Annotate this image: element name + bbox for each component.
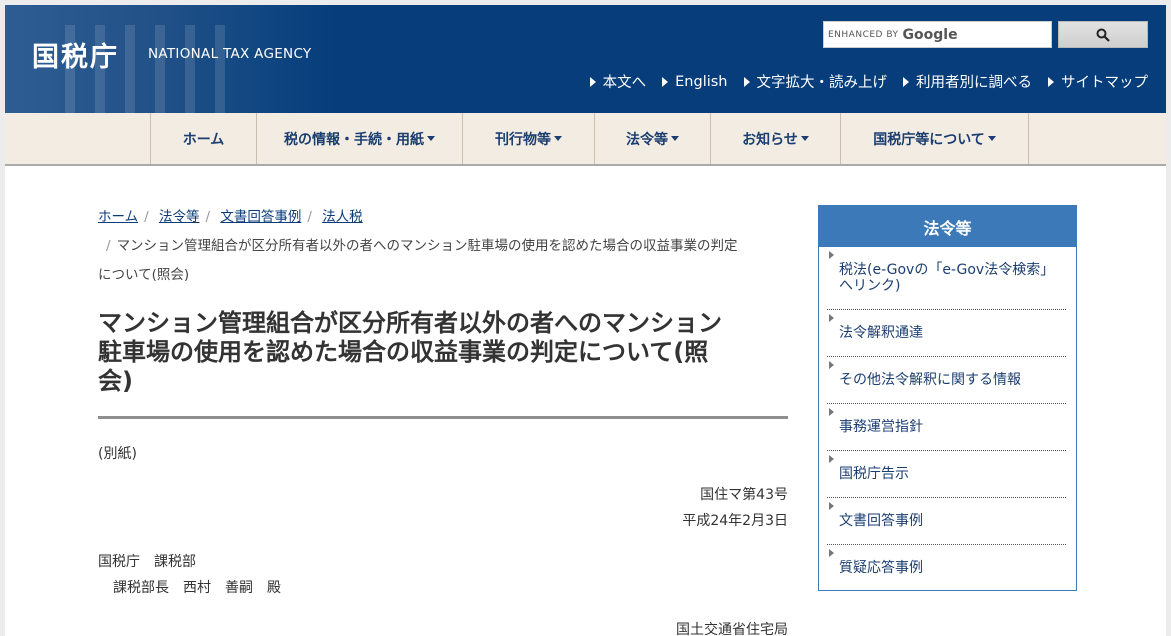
site-logo[interactable]: 国税庁 (32, 35, 119, 74)
site-logo-english: NATIONAL TAX AGENCY (148, 46, 312, 62)
breadcrumb-laws[interactable]: 法令等 (159, 209, 200, 225)
breadcrumb-home[interactable]: ホーム (98, 209, 138, 225)
sidebar-item-qa-examples[interactable]: 質疑応答事例 (827, 545, 1066, 591)
caret-down-icon (554, 136, 562, 141)
sidebar-item-tax-law[interactable]: 税法(e-Govの「e-Gov法令検索」 へリンク) (827, 247, 1066, 310)
nav-tax-info[interactable]: 税の情報・手続・用紙 (256, 113, 462, 164)
search-input[interactable]: ENHANCED BY Google (823, 21, 1052, 48)
triangle-right-icon (1048, 76, 1054, 87)
nav-publications[interactable]: 刊行物等 (462, 113, 594, 164)
triangle-right-icon (903, 76, 909, 87)
caret-down-icon (427, 136, 435, 141)
breadcrumb-written-answers[interactable]: 文書回答事例 (220, 209, 301, 225)
util-link-text-size[interactable]: 文字拡大・読み上げ (743, 71, 887, 92)
document-number: 国住マ第43号 (700, 487, 788, 503)
sidebar-item-other-interpretation[interactable]: その他法令解釈に関する情報 (827, 357, 1066, 404)
sidebar-item-written-answers[interactable]: 文書回答事例 (827, 498, 1066, 545)
google-wordmark: Google (902, 26, 958, 43)
breadcrumb-corporate-tax[interactable]: 法人税 (322, 209, 363, 225)
attachment-label: (別紙) (98, 446, 137, 462)
triangle-right-icon (829, 408, 834, 416)
sidebar-item-administrative-guidelines[interactable]: 事務運営指針 (827, 404, 1066, 451)
util-link-by-user[interactable]: 利用者別に調べる (903, 71, 1032, 92)
util-link-skip-to-content[interactable]: 本文へ (589, 71, 646, 92)
util-link-english[interactable]: English (662, 71, 728, 92)
recipient-name: 課税部長 西村 善嗣 殿 (113, 580, 281, 596)
triangle-right-icon (829, 502, 834, 510)
triangle-right-icon (829, 251, 834, 259)
nav-home[interactable]: ホーム (150, 113, 256, 164)
sender-organization: 国土交通省住宅局 (676, 622, 788, 636)
site-header: 国税庁 NATIONAL TAX AGENCY ENHANCED BY Goog… (5, 5, 1166, 113)
page-title: マンション管理組合が区分所有者以外の者へのマンション 駐車場の使用を認めた場合の… (98, 309, 722, 395)
sidebar-title: 法令等 (819, 206, 1076, 247)
nav-news[interactable]: お知らせ (710, 113, 840, 164)
triangle-right-icon (829, 455, 834, 463)
search-icon (1096, 28, 1110, 42)
caret-down-icon (800, 136, 809, 141)
caret-down-icon (671, 136, 679, 141)
breadcrumb-current: マンション管理組合が区分所有者以外の者へのマンション駐車場の使用を認めた場合の収… (116, 238, 738, 254)
triangle-right-icon (829, 314, 834, 322)
triangle-right-icon (662, 76, 669, 87)
triangle-right-icon (829, 361, 834, 369)
document-date: 平成24年2月3日 (682, 513, 788, 529)
title-divider (98, 416, 788, 419)
search-button[interactable] (1058, 21, 1148, 48)
page: 国税庁 NATIONAL TAX AGENCY ENHANCED BY Goog… (5, 5, 1166, 636)
nav-laws[interactable]: 法令等 (594, 113, 710, 164)
sidebar-item-interpretation-circulars[interactable]: 法令解釈通達 (827, 310, 1066, 357)
global-nav: ホーム 税の情報・手続・用紙 刊行物等 法令等 お知らせ 国税庁等について (5, 113, 1166, 166)
triangle-right-icon (743, 76, 750, 87)
breadcrumb: ホーム / 法令等 / 文書回答事例 / 法人税 / マンション管理組合が区分所有者以外… (98, 209, 738, 283)
triangle-right-icon (829, 549, 834, 557)
search-enhanced-by: ENHANCED BY (828, 29, 899, 40)
sidebar-laws: 法令等 税法(e-Govの「e-Gov法令検索」 へリンク) 法令解釈通達 その他… (818, 205, 1077, 591)
sidebar-item-nta-notices[interactable]: 国税庁告示 (827, 451, 1066, 498)
triangle-right-icon (589, 76, 596, 87)
breadcrumb-current-cont: について(照会) (98, 267, 190, 283)
recipient-organization: 国税庁 課税部 (98, 554, 196, 570)
utility-nav: 本文へ English 文字拡大・読み上げ 利用者別に調べる サイトマップ (589, 71, 1148, 92)
util-link-sitemap[interactable]: サイトマップ (1048, 71, 1148, 92)
nav-about[interactable]: 国税庁等について (840, 113, 1029, 164)
caret-down-icon (987, 136, 996, 141)
